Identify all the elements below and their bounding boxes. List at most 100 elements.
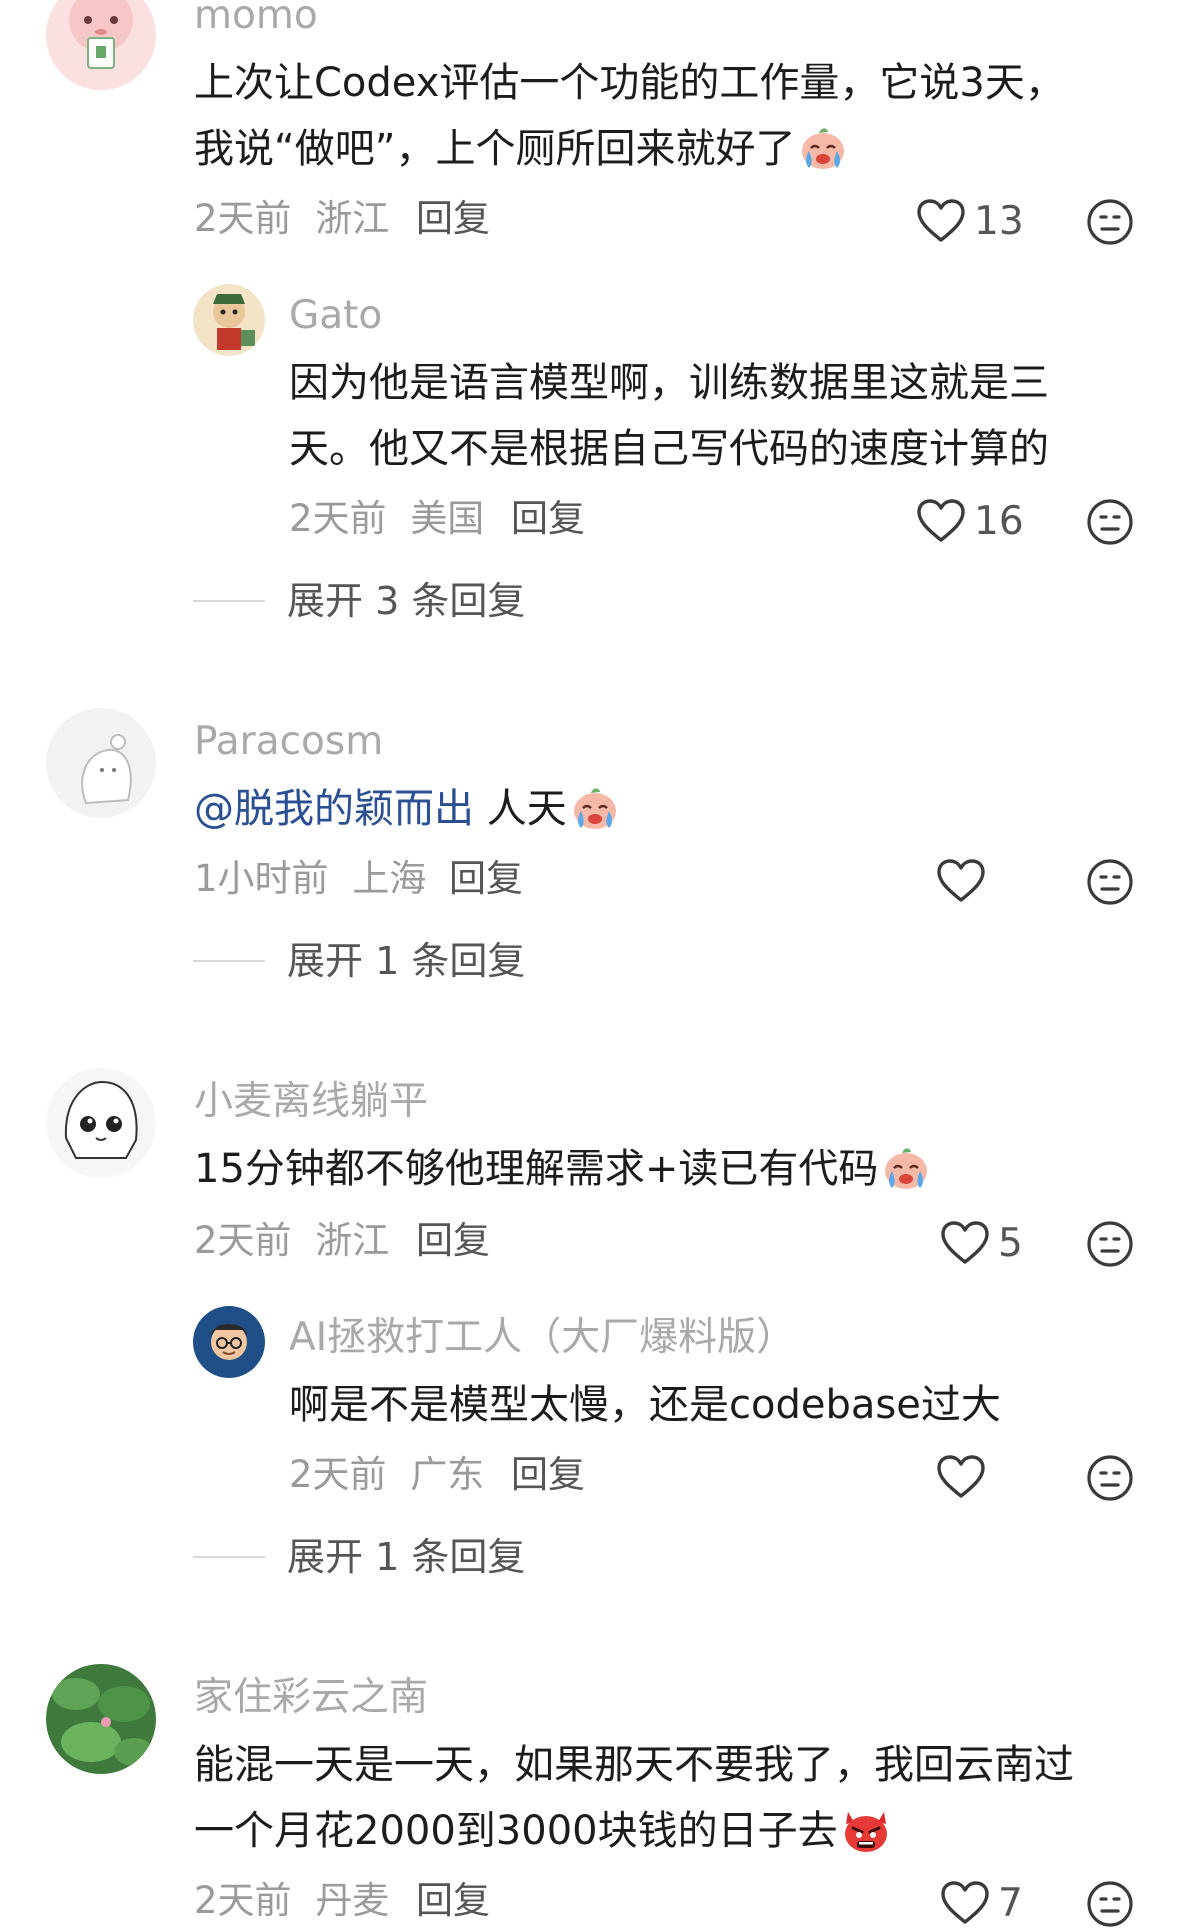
comment-meta: 2天前 丹麦 <box>194 1882 389 1919</box>
divider <box>193 1556 265 1558</box>
divider <box>193 600 265 602</box>
comment-text-line: 一个月花2000到3000块钱的日子去 <box>194 1798 1074 1864</box>
like-button[interactable]: 16 <box>916 496 1024 546</box>
dislike-button[interactable] <box>1086 198 1134 246</box>
avatar-image <box>46 708 156 818</box>
comment-text-line: 能混一天是一天，如果那天不要我了，我回云南过 <box>194 1742 1074 1788</box>
comment-text-line: 因为他是语言模型啊，训练数据里这就是三 <box>289 360 1049 406</box>
like-button[interactable]: 13 <box>916 196 1024 246</box>
username[interactable]: AI拯救打工人（大厂爆料版） <box>289 1318 795 1357</box>
avatar[interactable] <box>193 284 265 356</box>
reply-button[interactable]: 回复 <box>511 1456 585 1493</box>
comment-text: @脱我的颖而出 人天 <box>194 776 621 842</box>
crying-face-emoji <box>569 784 621 832</box>
heart-outline-icon <box>940 1880 990 1926</box>
meh-face-icon <box>1086 198 1134 246</box>
crying-face-emoji <box>797 124 849 172</box>
location: 浙江 <box>315 1219 390 1262</box>
avatar-image <box>46 0 156 90</box>
expand-replies-label: 展开 1 条回复 <box>287 939 526 983</box>
timestamp: 2天前 <box>194 1219 292 1262</box>
comment-text-line: 15分钟都不够他理解需求+读已有代码 <box>194 1136 932 1202</box>
mention-link[interactable]: @脱我的颖而出 <box>194 786 474 832</box>
comment-text-span: 一个月花2000到3000块钱的日子去 <box>194 1808 838 1854</box>
heart-outline-icon <box>940 1220 990 1266</box>
avatar[interactable] <box>193 1306 265 1378</box>
comment-text-line: 上次让Codex评估一个功能的工作量，它说3天， <box>194 60 1065 106</box>
heart-outline-icon <box>916 198 966 244</box>
heart-outline-icon <box>936 858 986 904</box>
heart-outline-icon <box>916 498 966 544</box>
comment-text-span: 人天 <box>474 786 567 832</box>
crying-face-emoji <box>880 1144 932 1192</box>
dislike-button[interactable] <box>1086 1220 1134 1268</box>
comment-text: 啊是不是模型太慢，还是codebase过大 <box>289 1372 1001 1438</box>
avatar[interactable] <box>46 1068 156 1178</box>
meh-face-icon <box>1086 858 1134 906</box>
timestamp: 1小时前 <box>194 857 329 900</box>
avatar-image <box>193 284 265 356</box>
comment-text: 上次让Codex评估一个功能的工作量，它说3天， 我说“做吧”，上个厕所回来就好… <box>194 50 1065 182</box>
like-button[interactable]: 5 <box>940 1218 1023 1268</box>
expand-replies-label: 展开 3 条回复 <box>287 579 526 623</box>
timestamp: 2天前 <box>194 197 292 240</box>
comment-meta: 2天前 浙江 <box>194 200 389 237</box>
like-count: 7 <box>998 1880 1023 1926</box>
username[interactable]: Gato <box>289 296 382 335</box>
comment-text: 因为他是语言模型啊，训练数据里这就是三 天。他又不是根据自己写代码的速度计算的 <box>289 350 1049 482</box>
expand-replies-label: 展开 1 条回复 <box>287 1535 526 1579</box>
meh-face-icon <box>1086 1880 1134 1928</box>
like-button[interactable] <box>936 1452 994 1502</box>
like-count: 13 <box>974 198 1024 244</box>
location: 美国 <box>410 497 485 540</box>
username[interactable]: Paracosm <box>194 722 383 761</box>
comment-text-line: @脱我的颖而出 人天 <box>194 776 621 842</box>
like-button[interactable] <box>936 856 994 906</box>
comment-meta: 2天前 美国 <box>289 500 484 537</box>
dislike-button[interactable] <box>1086 498 1134 546</box>
avatar[interactable] <box>46 1664 156 1774</box>
expand-replies-button[interactable]: 展开 3 条回复 <box>193 582 525 620</box>
angry-devil-face-emoji <box>840 1806 892 1854</box>
reply-button[interactable]: 回复 <box>449 860 523 897</box>
avatar-image <box>46 1068 156 1178</box>
like-button[interactable]: 7 <box>940 1878 1023 1928</box>
timestamp: 2天前 <box>289 497 387 540</box>
comment-text-line: 天。他又不是根据自己写代码的速度计算的 <box>289 426 1049 472</box>
comment-meta: 2天前 浙江 <box>194 1222 389 1259</box>
comment-text: 15分钟都不够他理解需求+读已有代码 <box>194 1136 932 1202</box>
avatar-image <box>193 1306 265 1378</box>
divider <box>193 960 265 962</box>
username[interactable]: momo <box>194 0 318 35</box>
reply-button[interactable]: 回复 <box>416 1222 490 1259</box>
username[interactable]: 小麦离线躺平 <box>194 1082 428 1121</box>
location: 上海 <box>352 857 427 900</box>
comment-text-span: 我说“做吧”，上个厕所回来就好了 <box>194 126 796 172</box>
timestamp: 2天前 <box>289 1453 387 1496</box>
reply-button[interactable]: 回复 <box>511 500 585 537</box>
location: 丹麦 <box>315 1879 390 1922</box>
heart-outline-icon <box>936 1454 986 1500</box>
avatar[interactable] <box>46 708 156 818</box>
avatar[interactable] <box>46 0 156 90</box>
timestamp: 2天前 <box>194 1879 292 1922</box>
comment-text-span: 15分钟都不够他理解需求+读已有代码 <box>194 1146 879 1192</box>
expand-replies-button[interactable]: 展开 1 条回复 <box>193 1538 525 1576</box>
like-count: 16 <box>974 498 1024 544</box>
reply-button[interactable]: 回复 <box>416 1882 490 1919</box>
username[interactable]: 家住彩云之南 <box>194 1678 428 1717</box>
dislike-button[interactable] <box>1086 1454 1134 1502</box>
location: 浙江 <box>315 197 390 240</box>
meh-face-icon <box>1086 1454 1134 1502</box>
comment-meta: 2天前 广东 <box>289 1456 484 1493</box>
comment-text-line: 啊是不是模型太慢，还是codebase过大 <box>289 1382 1001 1428</box>
location: 广东 <box>410 1453 485 1496</box>
comment-text-line: 我说“做吧”，上个厕所回来就好了 <box>194 116 1065 182</box>
dislike-button[interactable] <box>1086 1880 1134 1928</box>
meh-face-icon <box>1086 498 1134 546</box>
reply-button[interactable]: 回复 <box>416 200 490 237</box>
meh-face-icon <box>1086 1220 1134 1268</box>
like-count: 5 <box>998 1220 1023 1266</box>
expand-replies-button[interactable]: 展开 1 条回复 <box>193 942 525 980</box>
dislike-button[interactable] <box>1086 858 1134 906</box>
